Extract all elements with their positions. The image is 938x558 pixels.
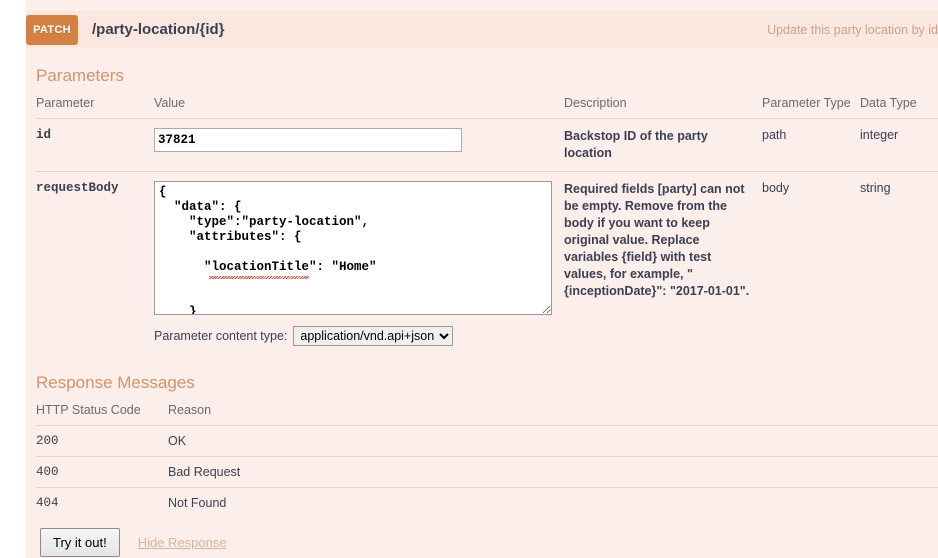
parameter-name-id: id — [36, 118, 154, 172]
parameter-row-requestbody: requestBody { "data": { "type":"party-lo… — [36, 171, 938, 355]
column-header-parameter-type: Parameter Type — [762, 96, 851, 110]
parameter-content-type-select[interactable]: application/vnd.api+json — [293, 326, 454, 346]
http-method-badge: PATCH — [26, 14, 78, 45]
response-code-200: 200 — [36, 425, 168, 457]
id-input[interactable] — [154, 128, 462, 152]
operation-header[interactable]: PATCH /party-location/{id} Update this p… — [26, 11, 938, 48]
operation-body: Parameters Parameter Value Description P… — [26, 48, 938, 557]
parameter-content-type-row: Parameter content type: application/vnd.… — [154, 326, 558, 346]
response-row-404: 404 Not Found — [36, 487, 938, 518]
operation-block-patch-party-location: PATCH /party-location/{id} Update this p… — [26, 0, 938, 558]
column-header-reason: Reason — [168, 403, 212, 417]
response-row-200: 200 OK — [36, 425, 938, 457]
parameter-value-cell-requestbody: { "data": { "type":"party-location", "at… — [154, 171, 564, 355]
parameters-section-title: Parameters — [36, 66, 124, 85]
try-it-out-button[interactable]: Try it out! — [40, 528, 120, 557]
parameter-datatype-requestbody: string — [860, 171, 938, 355]
column-header-description: Description — [564, 96, 627, 110]
response-reason-200: OK — [168, 425, 938, 457]
column-header-data-type: Data Type — [860, 96, 917, 110]
parameter-datatype-id: integer — [860, 118, 938, 172]
column-header-value: Value — [154, 96, 186, 110]
parameter-name-requestbody: requestBody — [36, 171, 154, 355]
column-header-parameter: Parameter — [36, 96, 95, 110]
hide-response-link[interactable]: Hide Response — [138, 535, 227, 550]
requestbody-textarea[interactable]: { "data": { "type":"party-location", "at… — [154, 181, 552, 315]
response-messages-section-title: Response Messages — [36, 373, 195, 392]
response-reason-400: Bad Request — [168, 456, 938, 488]
response-messages-table: HTTP Status Code Reason 200 OK 400 Bad R… — [36, 403, 938, 518]
parameter-type-requestbody: body — [762, 171, 860, 355]
response-code-404: 404 — [36, 487, 168, 518]
response-code-400: 400 — [36, 456, 168, 488]
parameter-description-id: Backstop ID of the party location — [564, 118, 762, 172]
parameter-value-cell-id — [154, 118, 564, 172]
response-table-header-row: HTTP Status Code Reason — [36, 403, 938, 426]
parameter-type-id: path — [762, 118, 860, 172]
requestbody-editor-wrapper: { "data": { "type":"party-location", "at… — [154, 181, 552, 318]
parameter-description-requestbody: Required fields [party] can not be empty… — [564, 171, 762, 355]
response-reason-404: Not Found — [168, 487, 938, 518]
parameter-row-id: id Backstop ID of the party location pat… — [36, 118, 938, 172]
response-row-400: 400 Bad Request — [36, 456, 938, 488]
operation-path: /party-location/{id} — [92, 21, 225, 38]
parameter-content-type-label: Parameter content type: — [154, 329, 288, 343]
operation-footer: Try it out! Hide Response — [36, 528, 938, 557]
column-header-http-status-code: HTTP Status Code — [36, 403, 141, 417]
parameters-table: Parameter Value Description Parameter Ty… — [36, 96, 938, 355]
parameters-table-header-row: Parameter Value Description Parameter Ty… — [36, 96, 938, 119]
operation-summary: Update this party location by id — [767, 22, 938, 37]
